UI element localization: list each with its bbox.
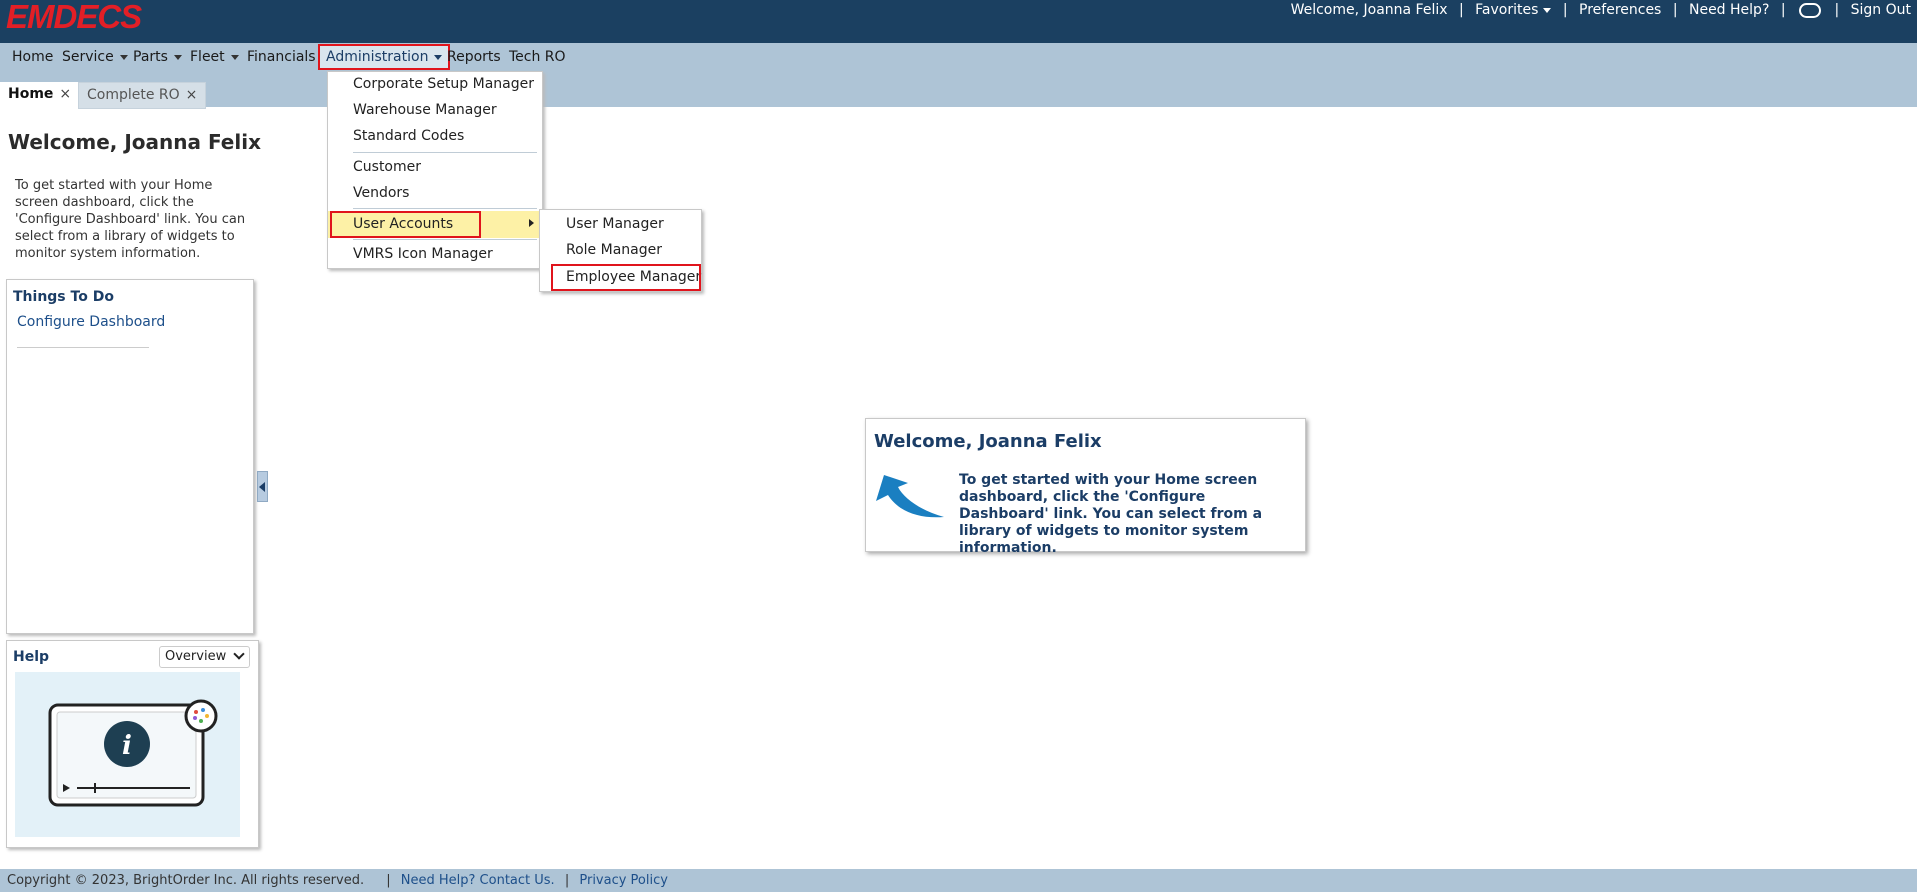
menu-divider — [353, 152, 537, 153]
welcome-card: Welcome, Joanna Felix To get started wit… — [865, 418, 1306, 556]
separator: | — [1780, 2, 1786, 18]
help-panel: Help Overview i — [6, 640, 259, 848]
highlight-annotation — [551, 264, 701, 291]
menu-warehouse-manager[interactable]: Warehouse Manager — [328, 98, 542, 122]
things-to-do-panel: Things To Do Configure Dashboard — [6, 279, 254, 634]
tab-complete-ro-label: Complete RO — [87, 87, 180, 103]
footer: Copyright © 2023, BrightOrder Inc. All r… — [0, 869, 1917, 892]
nav-parts-label: Parts — [133, 49, 168, 65]
curved-arrow-icon — [876, 475, 944, 518]
nav-tech-ro-label: Tech RO — [509, 49, 566, 65]
close-icon[interactable]: × — [186, 87, 198, 103]
separator: | — [386, 873, 391, 888]
sidebar-collapse-handle[interactable] — [257, 471, 268, 502]
menu-vmrs-icon-manager[interactable]: VMRS Icon Manager — [328, 242, 542, 266]
favorites-label: Favorites — [1475, 2, 1539, 18]
administration-dropdown: Corporate Setup Manager Warehouse Manage… — [327, 71, 543, 269]
top-header-bar: EMDECS Welcome, Joanna Felix | Favorites… — [0, 0, 1917, 43]
menu-corporate-setup-manager[interactable]: Corporate Setup Manager — [328, 72, 542, 96]
chevron-right-icon — [529, 219, 534, 227]
things-to-do-title: Things To Do — [13, 289, 114, 305]
svg-text:i: i — [122, 731, 132, 761]
nav-service[interactable]: Service — [62, 43, 128, 71]
nav-fleet[interactable]: Fleet — [190, 43, 239, 71]
chevron-down-icon — [173, 54, 182, 60]
menu-divider — [353, 208, 537, 209]
nav-financials-label: Financials — [247, 49, 316, 65]
menu-divider — [353, 239, 537, 240]
nav-service-label: Service — [62, 49, 114, 65]
help-video-thumbnail[interactable]: i — [15, 672, 240, 837]
close-icon[interactable]: × — [59, 86, 71, 102]
chevron-down-icon — [233, 648, 245, 660]
separator: | — [1672, 2, 1678, 18]
tab-home[interactable]: Home × — [0, 82, 80, 107]
menu-standard-codes[interactable]: Standard Codes — [328, 124, 542, 148]
divider — [17, 347, 149, 348]
nav-fleet-label: Fleet — [190, 49, 225, 65]
nav-administration[interactable]: Administration — [318, 44, 451, 70]
favorites-menu[interactable]: Favorites — [1475, 2, 1552, 18]
tab-bar: Home × Complete RO × — [0, 71, 1917, 109]
tab-home-label: Home — [8, 86, 54, 102]
menu-vendors[interactable]: Vendors — [328, 181, 542, 205]
chevron-down-icon — [119, 54, 128, 60]
help-title: Help — [13, 649, 50, 665]
user-accounts-submenu: User Manager Role Manager Employee Manag… — [539, 209, 702, 292]
chevron-down-icon — [434, 54, 443, 60]
nav-parts[interactable]: Parts — [133, 43, 182, 71]
welcome-user-text: Welcome, Joanna Felix — [1290, 2, 1448, 18]
welcome-card-title: Welcome, Joanna Felix — [874, 431, 1102, 452]
menu-user-manager[interactable]: User Manager — [540, 212, 701, 236]
emdecs-logo: EMDECS — [6, 0, 142, 35]
video-info-illustration: i — [48, 699, 218, 807]
chevron-down-icon — [230, 54, 239, 60]
welcome-card-text: To get started with your Home screen das… — [959, 472, 1263, 556]
help-topic-value: Overview — [165, 649, 227, 664]
preferences-link[interactable]: Preferences — [1579, 2, 1661, 18]
separator: | — [1834, 2, 1840, 18]
nav-administration-label: Administration — [326, 49, 429, 65]
chevron-left-icon — [259, 482, 265, 492]
menu-role-manager[interactable]: Role Manager — [540, 238, 701, 262]
nav-home-label: Home — [12, 49, 54, 65]
nav-home[interactable]: Home — [12, 43, 53, 71]
nav-reports[interactable]: Reports — [447, 43, 501, 71]
separator: | — [1458, 2, 1464, 18]
chevron-down-icon — [1543, 7, 1552, 13]
nav-reports-label: Reports — [447, 49, 501, 65]
main-nav-bar: Home Service Parts Fleet Financials Admi… — [0, 43, 1917, 71]
sign-out-link[interactable]: Sign Out — [1851, 2, 1911, 18]
separator: | — [564, 873, 570, 888]
copyright-text: Copyright © 2023, BrightOrder Inc. All r… — [7, 873, 365, 888]
chat-icon[interactable] — [1799, 2, 1821, 18]
tab-complete-ro[interactable]: Complete RO × — [78, 82, 207, 109]
need-help-link[interactable]: Need Help? — [1689, 2, 1769, 18]
top-links: Welcome, Joanna Felix | Favorites | Pref… — [1291, 0, 1911, 20]
highlight-annotation — [330, 211, 481, 238]
menu-customer[interactable]: Customer — [328, 155, 542, 179]
help-topic-select[interactable]: Overview — [159, 646, 250, 668]
contact-us-link[interactable]: Need Help? Contact Us. — [401, 873, 555, 888]
sidebar-welcome-text: To get started with your Home screen das… — [15, 178, 246, 261]
separator: | — [1562, 2, 1568, 18]
sidebar-welcome-title: Welcome, Joanna Felix — [8, 130, 261, 154]
privacy-policy-link[interactable]: Privacy Policy — [579, 873, 668, 888]
configure-dashboard-link[interactable]: Configure Dashboard — [17, 314, 165, 330]
nav-tech-ro[interactable]: Tech RO — [509, 43, 566, 71]
